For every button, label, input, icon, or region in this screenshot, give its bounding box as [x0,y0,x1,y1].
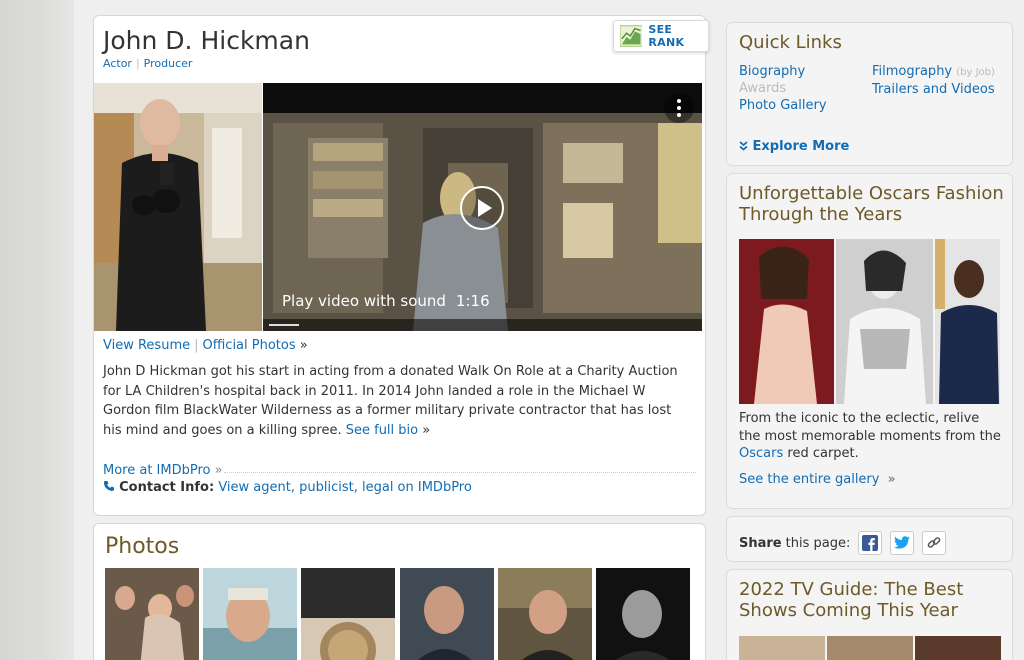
twitter-icon [894,536,911,549]
phone-icon [104,481,114,491]
explore-more-label: Explore More [752,139,850,154]
awards-link-disabled: Awards [739,81,787,96]
tv-guide-card: 2022 TV Guide: The Best Shows Coming Thi… [726,569,1013,660]
share-suffix: this page: [785,535,851,551]
video-player[interactable]: Play video with sound 1:16 [263,83,702,331]
oscars-heading[interactable]: Unforgettable Oscars Fashion Through the… [739,183,1009,225]
scrubber-progress [269,324,299,326]
photo-thumbnail[interactable] [498,568,592,660]
photos-heading: Photos [105,534,180,559]
double-chevron-down-icon [739,141,748,151]
role-separator: | [135,57,140,70]
share-card: Share this page: [726,516,1013,562]
photo-thumbnail[interactable] [301,568,395,660]
play-icon[interactable] [460,186,504,230]
contact-info-link[interactable]: View agent, publicist, legal on IMDbPro [218,480,472,495]
facebook-share-button[interactable] [858,531,883,555]
see-rank-label: SEE RANK [648,23,685,49]
oscars-description: From the iconic to the eclectic, relive … [739,410,1001,463]
photo-thumbnail[interactable] [596,568,690,660]
person-roles: Actor | Producer [103,57,192,70]
gallery-image[interactable] [739,239,834,404]
see-full-bio-link[interactable]: See full bio [346,423,418,438]
quick-links-col1: Biography Awards Photo Gallery [739,63,827,114]
biography-link[interactable]: Biography [739,64,805,79]
quick-links-heading: Quick Links [739,32,842,53]
photos-strip [105,568,695,660]
quick-links-col2: Filmography (by Job) Trailers and Videos [872,63,995,98]
photo-gallery-link[interactable]: Photo Gallery [739,98,827,113]
resume-links-row: View Resume | Official Photos » [103,338,308,353]
more-at-imdbpro-link[interactable]: More at IMDbPro [103,463,211,478]
copy-link-button[interactable] [922,531,947,555]
share-row: Share this page: [739,531,947,555]
contact-info-row: Contact Info: View agent, publicist, leg… [103,480,472,495]
browser-left-gutter [0,0,74,660]
oscars-desc-text: From the iconic to the eclectic, relive … [739,411,1001,444]
video-caption: Play video with sound 1:16 [282,292,490,310]
video-options-icon[interactable] [664,93,694,123]
see-entire-gallery-link[interactable]: See the entire gallery [739,472,879,487]
role-actor-link[interactable]: Actor [103,57,132,70]
gallery-image[interactable] [935,239,1000,404]
photo-thumbnail[interactable] [203,568,297,660]
facebook-icon [862,535,879,551]
tv-guide-heading[interactable]: 2022 TV Guide: The Best Shows Coming Thi… [739,579,1009,621]
video-caption-text: Play video with sound [282,292,446,310]
explore-more-button[interactable]: Explore More [739,139,849,154]
bio-summary: John D Hickman got his start in acting f… [103,362,693,440]
photo-thumbnail[interactable] [400,568,494,660]
link-arrow: » [299,338,308,353]
view-resume-link[interactable]: View Resume [103,338,190,353]
tv-guide-images[interactable] [739,636,1001,660]
entire-gallery-row: See the entire gallery » [739,472,896,487]
video-duration: 1:16 [455,292,490,310]
photos-card: Photos [93,523,706,660]
twitter-share-button[interactable] [890,531,915,555]
rank-chart-icon [620,25,643,47]
more-arrow: » [214,463,223,478]
profile-photo[interactable] [94,83,262,331]
by-job-note: (by Job) [956,67,995,78]
oscars-link[interactable]: Oscars [739,446,783,461]
contact-info-label: Contact Info: [119,480,215,495]
quick-links-card: Quick Links Biography Awards Photo Galle… [726,22,1013,166]
media-strip: Play video with sound 1:16 [94,83,702,331]
link-separator: | [194,338,199,353]
name-overview-card: John D. Hickman Actor | Producer SEE RANK [93,15,709,516]
role-producer-link[interactable]: Producer [144,57,193,70]
link-icon [928,537,941,548]
official-photos-link[interactable]: Official Photos [203,338,296,353]
filmography-link[interactable]: Filmography [872,64,952,79]
share-label: Share [739,535,782,551]
oscars-gallery[interactable] [739,239,1000,404]
profile-photo-image [94,83,262,331]
person-name: John D. Hickman [103,26,310,55]
photo-thumbnail[interactable] [105,568,199,660]
oscars-fashion-card: Unforgettable Oscars Fashion Through the… [726,173,1013,509]
bio-arrow: » [422,422,431,438]
oscars-desc-suffix: red carpet. [787,446,859,461]
gallery-arrow: » [887,472,896,487]
imdbpro-more: More at IMDbPro » [103,463,223,478]
video-scrubber[interactable] [263,319,702,331]
trailers-videos-link[interactable]: Trailers and Videos [872,82,995,97]
see-rank-button[interactable]: SEE RANK [613,20,709,52]
gallery-image[interactable] [836,239,933,404]
divider [224,472,696,473]
